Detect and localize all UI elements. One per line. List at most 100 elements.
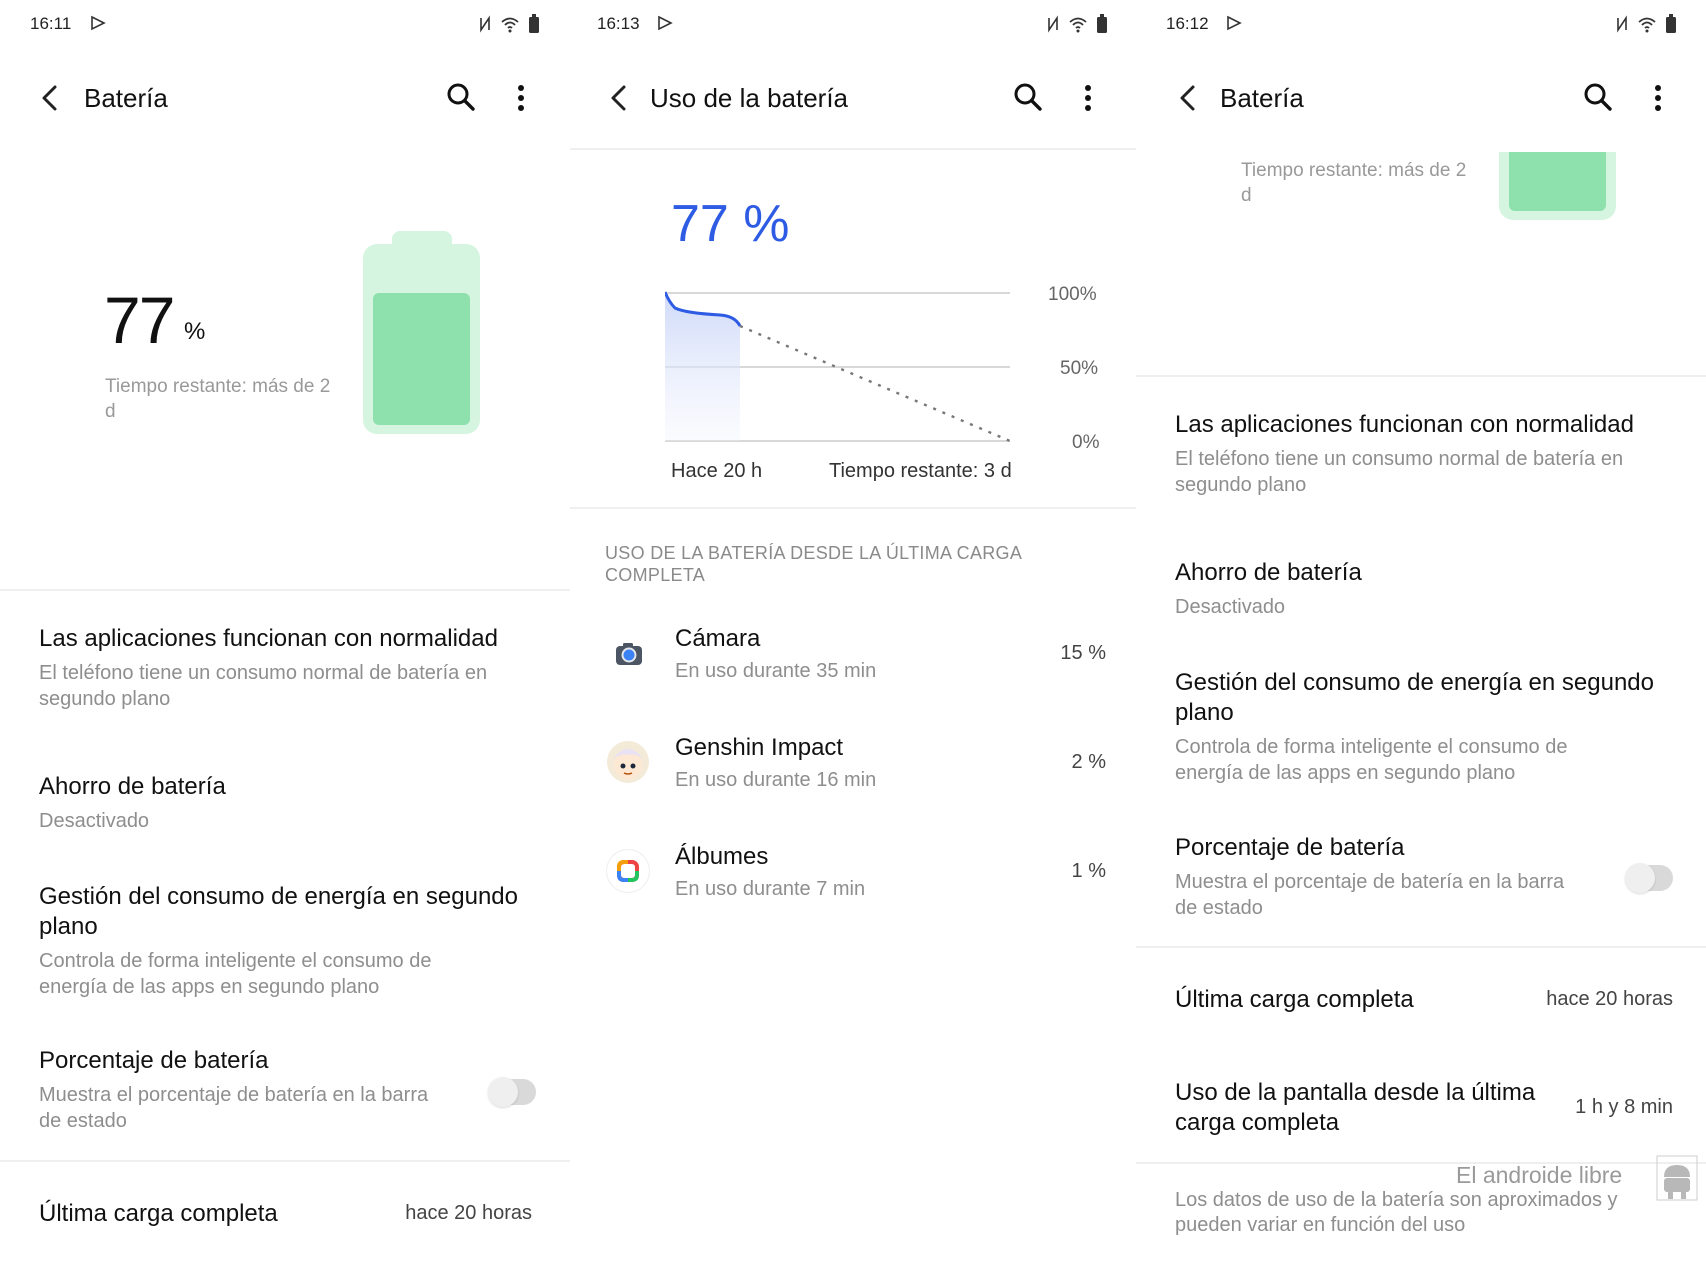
page-title: Uso de la batería [650, 83, 849, 113]
item-subtitle: El teléfono tiene un consumo normal de b… [39, 662, 488, 684]
app-percent: 1 % [1071, 860, 1106, 882]
status-icons [1615, 14, 1677, 34]
list-item-battery-percentage: Porcentaje de batería Muestra el porcent… [1175, 833, 1615, 921]
item-subtitle: Controla de forma inteligente el consumo… [1175, 736, 1568, 758]
play-store-icon [91, 15, 106, 31]
battery-level-chart [665, 291, 1011, 443]
status-time: 16:12 [1166, 14, 1209, 33]
battery-graphic [363, 244, 480, 434]
battery-status-icon [1666, 14, 1676, 33]
battery-graphic [1499, 150, 1616, 220]
divider [570, 507, 1136, 509]
play-store-icon [1227, 15, 1242, 31]
app-usage: En uso durante 7 min [675, 878, 866, 900]
divider [570, 148, 1136, 150]
status-icons [478, 14, 540, 34]
x-label-end: Tiempo restante: 3 d [829, 460, 1012, 482]
app-row-genshin[interactable]: Genshin Impact En uso durante 16 min 2 % [570, 727, 1136, 815]
battery-screen-panel-1: 16:11 Batería 77 % Tiempo restante: más … [0, 0, 570, 1268]
search-icon[interactable] [446, 82, 476, 112]
app-name: Cámara [675, 625, 761, 652]
app-row-camera[interactable]: Cámara En uso durante 35 min 15 % [570, 618, 1136, 706]
divider [0, 589, 570, 591]
toggle-knob [1625, 863, 1655, 893]
item-title: Ahorro de batería [39, 773, 226, 800]
section-header-line-1: USO DE LA BATERÍA DESDE LA ÚLTIMA CARGA [605, 543, 1023, 563]
list-item-screen-usage[interactable]: Uso de la pantalla desde la última carga… [1175, 1078, 1685, 1142]
list-item-background-power[interactable]: Gestión del consumo de energía en segund… [1175, 668, 1690, 786]
status-time: 16:11 [30, 14, 72, 33]
divider [0, 1160, 570, 1162]
divider [1136, 946, 1706, 948]
item-title: Las aplicaciones funcionan con normalida… [1175, 411, 1634, 438]
item-title: Porcentaje de batería [1175, 834, 1405, 861]
time-remaining-line-2: d [105, 401, 116, 422]
item-subtitle-2: de estado [1175, 897, 1263, 919]
list-item-last-full-charge[interactable]: Última carga completa hace 20 horas [1175, 985, 1685, 1019]
battery-percentage-toggle[interactable] [488, 1077, 536, 1107]
list-item-battery-saver[interactable]: Ahorro de batería Desactivado [1175, 558, 1685, 620]
watermark-text: El androide libre [1456, 1162, 1623, 1188]
section-header-line-2: COMPLETA [605, 565, 706, 585]
more-options-icon[interactable] [515, 84, 527, 112]
item-title-2: plano [1175, 699, 1234, 726]
nfc-icon [1048, 15, 1058, 33]
footer-note-line-2: pueden variar en función del uso [1175, 1214, 1466, 1236]
back-icon[interactable] [40, 84, 60, 112]
y-tick-50: 50% [1060, 358, 1099, 379]
time-remaining-line-2: d [1241, 185, 1252, 206]
list-item-apps-normal[interactable]: Las aplicaciones funcionan con normalida… [39, 624, 539, 712]
wifi-icon [501, 17, 519, 33]
list-item-last-full-charge[interactable]: Última carga completa hace 20 horas [39, 1199, 539, 1233]
app-usage: En uso durante 16 min [675, 769, 877, 791]
item-subtitle: Muestra el porcentaje de batería en la b… [39, 1084, 429, 1106]
footer-note-line-1: Los datos de uso de la batería son aprox… [1175, 1189, 1618, 1211]
app-bar-mask [1136, 130, 1706, 152]
status-icons [1046, 14, 1108, 34]
list-item-background-power[interactable]: Gestión del consumo de energía en segund… [39, 882, 549, 1000]
albums-icon [607, 850, 649, 892]
app-row-albums[interactable]: Álbumes En uso durante 7 min 1 % [570, 836, 1136, 924]
time-remaining: Tiempo restante: más de 2 d [105, 374, 330, 424]
list-item-apps-normal[interactable]: Las aplicaciones funcionan con normalida… [1175, 410, 1685, 498]
item-subtitle-2: energía de las apps en segundo plano [1175, 762, 1516, 784]
play-store-icon [658, 15, 673, 31]
battery-graphic-fill [1509, 150, 1606, 211]
battery-percent-value: 77 % [671, 195, 790, 253]
search-icon[interactable] [1013, 82, 1043, 112]
search-icon[interactable] [1583, 82, 1613, 112]
list-item-battery-saver[interactable]: Ahorro de batería Desactivado [39, 772, 539, 834]
footer-note: Los datos de uso de la batería son aprox… [1175, 1188, 1618, 1238]
more-options-icon[interactable] [1652, 84, 1664, 112]
item-subtitle-2: segundo plano [39, 688, 171, 710]
time-remaining-line-1: Tiempo restante: más de 2 [1241, 160, 1467, 181]
more-options-icon[interactable] [1082, 84, 1094, 112]
wifi-icon [1638, 17, 1656, 33]
time-remaining: Tiempo restante: más de 2 d [1241, 158, 1466, 208]
item-title: Última carga completa [39, 1200, 278, 1227]
item-title: Porcentaje de batería [39, 1047, 269, 1074]
section-header: USO DE LA BATERÍA DESDE LA ÚLTIMA CARGA … [605, 542, 1022, 586]
item-subtitle-2: energía de las apps en segundo plano [39, 976, 380, 998]
item-title: Ahorro de batería [1175, 559, 1362, 586]
item-subtitle: Desactivado [1175, 596, 1286, 618]
time-remaining-line-1: Tiempo restante: más de 2 [105, 376, 331, 397]
projection-line [739, 324, 1011, 443]
item-title-block: Uso de la pantalla desde la última carga… [1175, 1078, 1535, 1138]
item-subtitle: Controla de forma inteligente el consumo… [39, 950, 432, 972]
item-value: 1 h y 8 min [1575, 1096, 1673, 1118]
back-icon[interactable] [1178, 84, 1198, 112]
list-item-battery-percentage: Porcentaje de batería Muestra el porcent… [39, 1046, 479, 1134]
battery-percentage-toggle[interactable] [1625, 863, 1673, 893]
item-title: Gestión del consumo de energía en segund… [39, 883, 519, 910]
page-title: Batería [84, 83, 168, 113]
item-value: hace 20 horas [405, 1202, 532, 1224]
item-subtitle-2: de estado [39, 1110, 127, 1132]
item-title: Última carga completa [1175, 986, 1414, 1013]
nfc-icon [480, 15, 490, 33]
battery-usage-panel: 16:13 Uso de la batería 77 % 100% 50% 0%… [570, 0, 1136, 1268]
battery-graphic-fill [373, 293, 470, 425]
back-icon[interactable] [609, 84, 629, 112]
divider [1136, 375, 1706, 377]
battery-percent-unit: % [184, 318, 206, 345]
